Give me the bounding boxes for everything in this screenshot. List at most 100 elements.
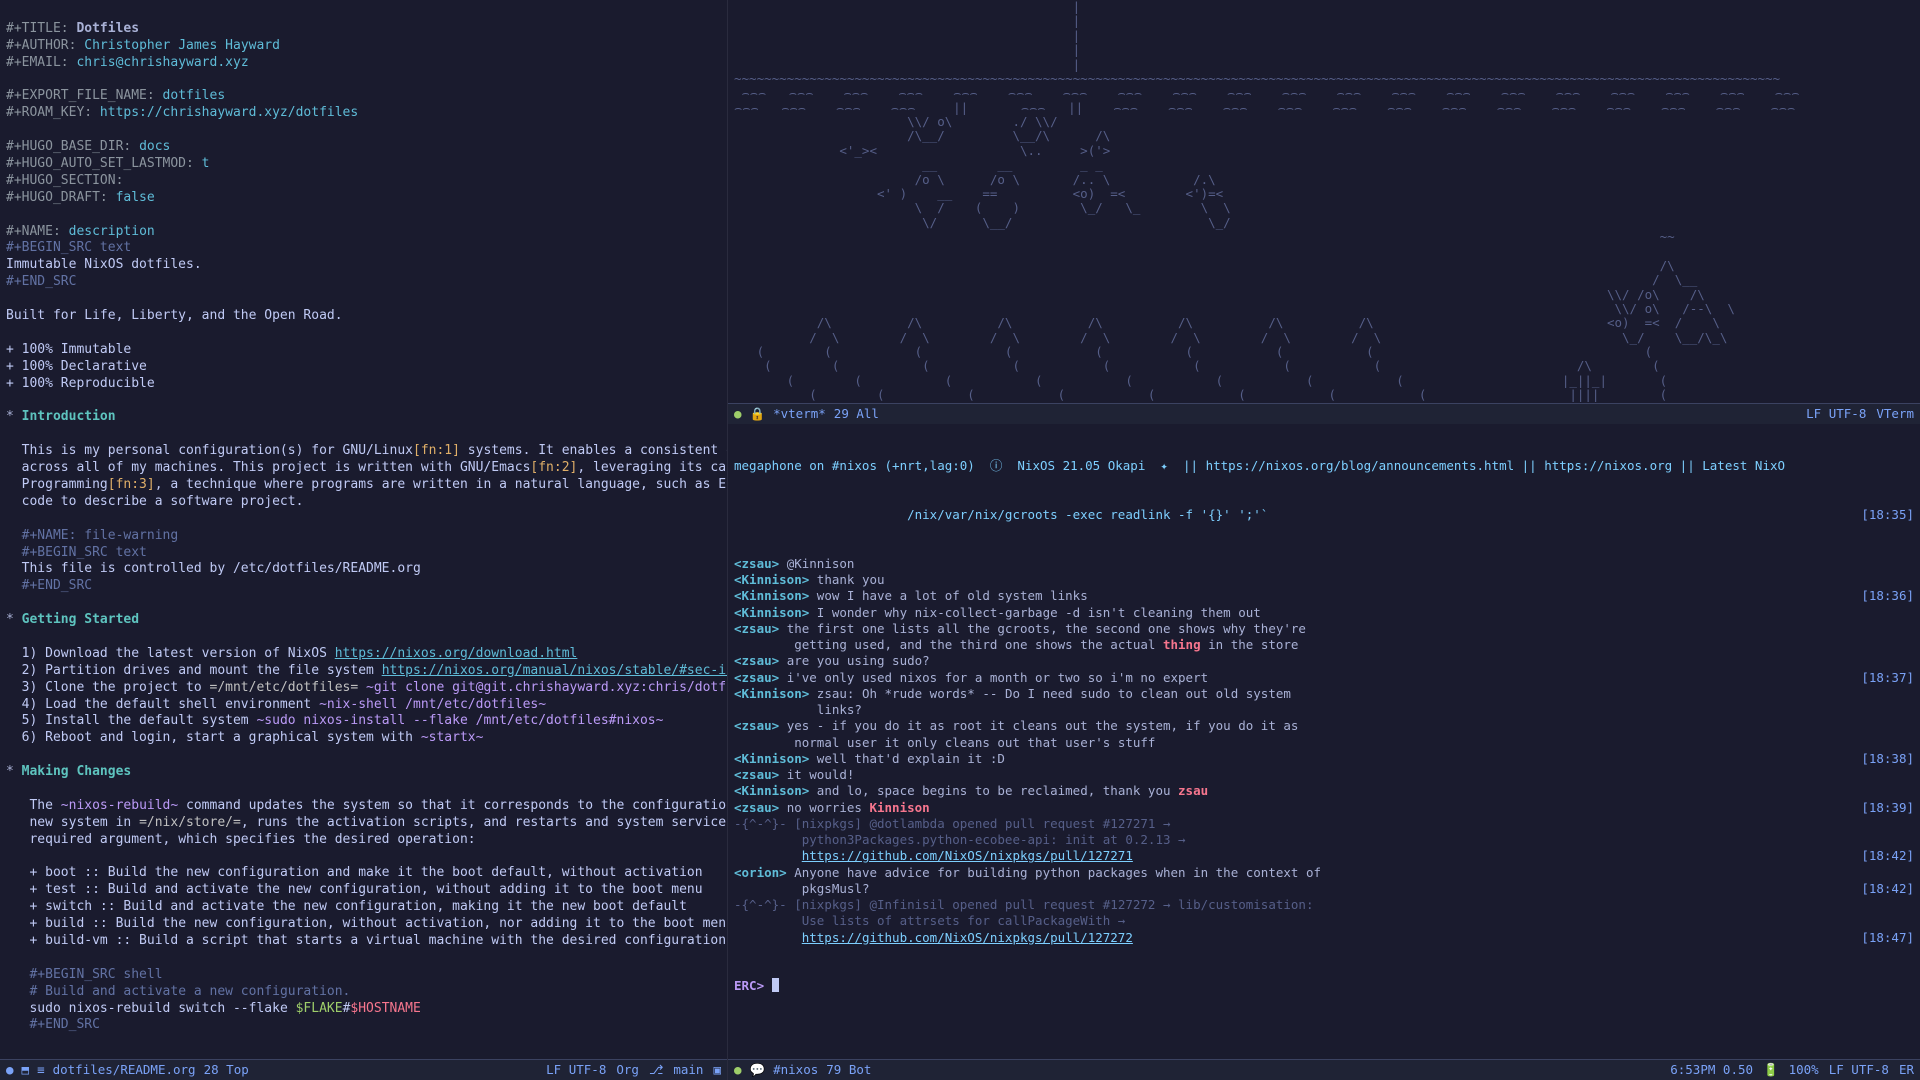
download-link[interactable]: https://nixos.org/download.html [335,646,578,661]
irc-nick[interactable]: <zsau> [734,653,787,668]
modeline-filename[interactable]: dotfiles/README.org [53,1062,196,1078]
timestamp [1854,637,1914,653]
irc-message: zsau: Oh *rude words* -- Do I need sudo … [817,686,1291,701]
hugo-draft-keyword: #+HUGO_DRAFT: [6,190,108,205]
mc-item-build-vm: + build-vm :: Build a script that starts… [29,933,726,948]
gs-install-cmd: ~sudo nixos-install --flake /mnt/etc/dot… [256,713,663,728]
footnote-2[interactable]: [fn:2] [530,460,577,475]
footnote-3[interactable]: [fn:3] [108,477,155,492]
irc-window[interactable]: megaphone on #nixos (+nrt,lag:0) ⓘ NixOS… [728,424,1920,1059]
ascii-art: | | | | | ~~~~~~~~~~ [734,0,1799,402]
irc-nick[interactable]: <zsau> [734,767,787,782]
irc-nick[interactable]: <orion> [734,865,794,880]
irc-message-row: https://github.com/NixOS/nixpkgs/pull/12… [734,848,1914,864]
mc-p2a: new system in [29,815,139,830]
irc-url[interactable]: https://github.com/NixOS/nixpkgs/pull/12… [802,930,1133,945]
irc-message-row: -{^-^}- [nixpkgs] @Infinisil opened pull… [734,897,1914,913]
partition-link[interactable]: https://nixos.org/manual/nixos/stable/#s… [382,663,727,678]
irc-nick[interactable]: <zsau> [734,670,787,685]
timestamp: [18:47] [1854,930,1914,946]
erc-input-cursor[interactable] [772,978,779,992]
heading-getting-started[interactable]: Getting Started [22,612,139,627]
irc-message-row: Use lists of attrsets for callPackageWit… [734,913,1914,929]
timestamp [1854,621,1914,637]
irc-message: the first one lists all the gcroots, the… [787,621,1306,636]
hostname-var: $HOSTNAME [350,1001,420,1016]
file-warning-text: This file is controlled by /etc/dotfiles… [22,561,421,576]
irc-encoding: LF UTF-8 [1829,1062,1889,1078]
irc-buffer-name[interactable]: #nixos [773,1062,818,1078]
irc-message-row: <zsau> it would! [734,767,1914,783]
gs-step-5: 5) Install the default system [22,713,257,728]
timestamp [1854,686,1914,702]
circle-icon: ● [6,1062,14,1078]
gs-step-2: 2) Partition drives and mount the file s… [22,663,382,678]
heading-making-changes[interactable]: Making Changes [22,764,132,779]
irc-message-row: <Kinnison> zsau: Oh *rude words* -- Do I… [734,686,1914,702]
timestamp [1854,702,1914,718]
gs-code-path: =/mnt/etc/dotfiles= [210,680,359,695]
irc-message-row: <Kinnison> wow I have a lot of old syste… [734,588,1914,604]
timestamp: [18:38] [1854,751,1914,767]
save-icon[interactable]: ⬒ [22,1062,30,1078]
heading-star: * [6,409,14,424]
irc-nick[interactable]: <zsau> [734,621,787,636]
mc-item-boot: + boot :: Build the new configuration an… [29,865,702,880]
export-keyword: #+EXPORT_FILE_NAME: [6,88,155,103]
irc-nick[interactable]: <zsau> [734,800,787,815]
irc-message: pkgsMusl? [734,881,869,896]
window-icon[interactable]: ▣ [713,1062,721,1078]
description-text: Immutable NixOS dotfiles. [6,257,202,272]
irc-message: [nixpkgs] @Infinisil opened pull request… [794,897,1313,912]
heading-introduction[interactable]: Introduction [22,409,116,424]
irc-url[interactable]: https://github.com/NixOS/nixpkgs/pull/12… [802,848,1133,863]
irc-message: it would! [787,767,855,782]
heading-star-2: * [6,612,14,627]
irc-message: getting used, and the third one shows th… [734,637,1298,652]
irc-nick[interactable]: -{^-^}- [734,816,794,831]
irc-topic-1: megaphone on #nixos (+nrt,lag:0) ⓘ NixOS… [734,458,1785,473]
irc-message: Anyone have advice for building python p… [794,865,1321,880]
hugo-lastmod-keyword: #+HUGO_AUTO_SET_LASTMOD: [6,156,194,171]
mc-store-path: =/nix/store/= [139,815,241,830]
modeline-mode[interactable]: Org [616,1062,639,1078]
irc-nick[interactable]: <Kinnison> [734,783,817,798]
irc-nick[interactable]: <zsau> [734,556,787,571]
timestamp [1854,572,1914,588]
battery-level: 100% [1789,1062,1819,1078]
irc-nick[interactable]: <Kinnison> [734,572,817,587]
irc-nick[interactable]: <Kinnison> [734,588,817,603]
irc-message-row: <zsau> no worries Kinnison[18:39] [734,800,1914,816]
vterm-window[interactable]: | | | | | ~~~~~~~~~~ [728,0,1920,403]
vterm-buffer-name[interactable]: *vterm* [773,406,826,422]
irc-nick[interactable]: -{^-^}- [734,897,794,912]
irc-message-row: <Kinnison> thank you [734,572,1914,588]
heading-star-3: * [6,764,14,779]
org-editor[interactable]: #+TITLE: Dotfiles #+AUTHOR: Christopher … [0,0,727,1059]
timestamp [1854,913,1914,929]
branch-name[interactable]: main [673,1062,703,1078]
mc-rebuild-cmd: ~nixos-rebuild~ [61,798,178,813]
mc-p1a: The [29,798,60,813]
irc-mode[interactable]: ER [1899,1062,1914,1078]
irc-message-row: <zsau> @Kinnison [734,556,1914,572]
intro-line-1a: This is my personal configuration(s) for… [22,443,413,458]
timestamp [1854,897,1914,913]
irc-nick[interactable]: <Kinnison> [734,605,817,620]
irc-nick[interactable]: <zsau> [734,718,787,733]
hugo-base-keyword: #+HUGO_BASE_DIR: [6,139,131,154]
begin-src-text-2: #+BEGIN_SRC text [22,545,147,560]
vterm-encoding: LF UTF-8 [1806,406,1866,422]
tagline: Built for Life, Liberty, and the Open Ro… [6,308,343,323]
branch-icon: ⎇ [649,1062,663,1078]
irc-message: python3Packages.python-ecobee-api: init … [734,832,1186,847]
footnote-1[interactable]: [fn:1] [413,443,460,458]
irc-message: and lo, space begins to be reclaimed, th… [817,783,1208,798]
irc-nick[interactable]: <Kinnison> [734,686,817,701]
irc-message: [nixpkgs] @dotlambda opened pull request… [794,816,1170,831]
irc-message-row: links? [734,702,1914,718]
end-src-3: #+END_SRC [29,1017,99,1032]
vterm-mode[interactable]: VTerm [1876,406,1914,422]
modeline-encoding: LF UTF-8 [546,1062,606,1078]
irc-nick[interactable]: <Kinnison> [734,751,817,766]
